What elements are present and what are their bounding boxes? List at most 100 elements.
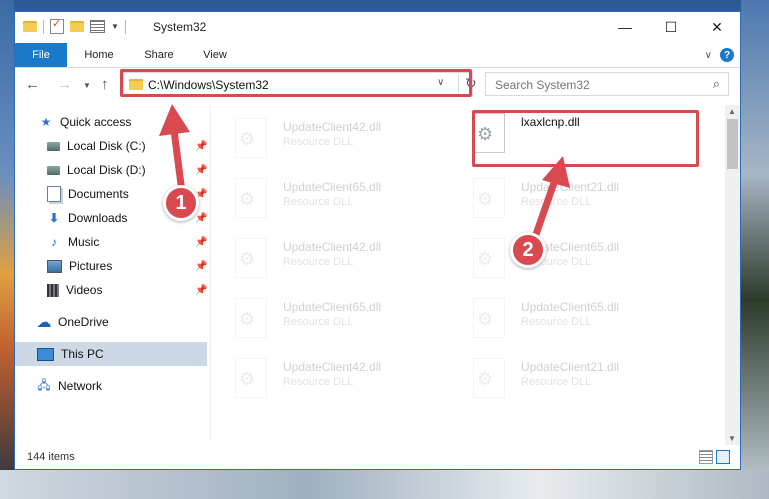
- dll-file-icon: [473, 298, 505, 338]
- file-type: Resource DLL: [283, 376, 354, 388]
- download-icon: ⬇: [48, 211, 60, 225]
- back-arrow-icon[interactable]: ←: [25, 76, 40, 93]
- file-type: Resource DLL: [521, 196, 592, 208]
- file-name: UpdateClient65.dll: [521, 300, 620, 314]
- large-icons-view-icon[interactable]: [716, 450, 730, 464]
- file-type: Resource DLL: [521, 376, 592, 388]
- dll-file-icon: [473, 238, 505, 278]
- sidebar-item-videos[interactable]: Videos 📌: [15, 278, 239, 302]
- tab-file[interactable]: File: [15, 43, 67, 67]
- sidebar-item-label: Documents: [68, 187, 129, 201]
- vertical-scrollbar[interactable]: ▲ ▼: [725, 105, 740, 445]
- ribbon-tabs: File Home Share View ∨ ?: [15, 43, 740, 68]
- new-folder-icon[interactable]: [70, 21, 84, 32]
- music-icon: ♪: [51, 235, 57, 249]
- details-view-icon[interactable]: [699, 450, 713, 464]
- scroll-down-arrow-icon[interactable]: ▼: [728, 434, 736, 443]
- up-arrow-icon[interactable]: ↑: [101, 76, 109, 93]
- maximize-button[interactable]: ☐: [648, 12, 694, 42]
- file-type: Resource DLL: [283, 256, 354, 268]
- pin-icon[interactable]: 📌: [195, 261, 207, 272]
- pin-icon[interactable]: 📌: [195, 165, 207, 176]
- sidebar-item-label: Videos: [66, 283, 103, 297]
- drive-icon: [47, 141, 60, 151]
- sidebar-item-onedrive[interactable]: ☁ OneDrive: [15, 310, 229, 334]
- status-bar: 144 items: [15, 447, 740, 469]
- toolbar-divider: [124, 19, 126, 34]
- search-icon[interactable]: ⌕: [713, 76, 720, 92]
- quick-access-toolbar: ▼: [23, 17, 126, 34]
- file-name: UpdateClient21.dll: [521, 180, 620, 194]
- pin-icon[interactable]: 📌: [195, 237, 207, 248]
- forward-arrow-icon[interactable]: →: [57, 76, 72, 93]
- sidebar-item-downloads[interactable]: ⬇ Downloads 📌: [15, 206, 239, 230]
- file-item[interactable]: UpdateClient65.dll Resource DLL: [451, 230, 671, 280]
- navigation-pane: ★ Quick access Local Disk (C:) 📌 Local D…: [15, 105, 211, 440]
- sidebar-item-quick-access[interactable]: ★ Quick access: [15, 110, 231, 134]
- navigation-bar: ← → ▼ ↑ C:\Windows\System32 ∨ ↻ Search S…: [15, 68, 740, 102]
- pin-icon[interactable]: 📌: [195, 141, 207, 152]
- window-title: System32: [153, 20, 207, 34]
- file-item[interactable]: UpdateClient65.dll Resource DLL: [213, 290, 433, 340]
- documents-icon: [47, 186, 61, 202]
- sidebar-item-label: This PC: [61, 347, 104, 361]
- sidebar-item-this-pc[interactable]: This PC: [15, 342, 207, 366]
- file-name: UpdateClient42.dll: [283, 360, 382, 374]
- sidebar-item-label: Pictures: [69, 259, 113, 273]
- sidebar-item-label: Downloads: [68, 211, 128, 225]
- expand-ribbon-icon[interactable]: ∨: [705, 50, 712, 61]
- file-name: UpdateClient65.dll: [283, 180, 382, 194]
- desktop-background-left: [0, 0, 14, 499]
- recent-locations-icon[interactable]: ▼: [83, 81, 91, 90]
- view-options-icon[interactable]: [90, 20, 105, 33]
- pin-icon[interactable]: 📌: [195, 285, 207, 296]
- sidebar-item-local-disk-d[interactable]: Local Disk (D:) 📌: [15, 158, 239, 182]
- title-bar: ▼ System32 — ☐ ✕: [15, 12, 740, 43]
- file-type: Resource DLL: [283, 196, 354, 208]
- file-type: Resource DLL: [283, 316, 354, 328]
- dll-file-icon: [235, 298, 267, 338]
- minimize-button[interactable]: —: [602, 12, 648, 42]
- scrollbar-thumb[interactable]: [727, 119, 738, 169]
- search-input[interactable]: Search System32: [495, 78, 590, 92]
- drive-icon: [47, 165, 60, 175]
- file-name: UpdateClient42.dll: [283, 240, 382, 254]
- file-item[interactable]: UpdateClient42.dll Resource DLL: [213, 350, 433, 400]
- dll-file-icon: [473, 358, 505, 398]
- tab-share[interactable]: Share: [137, 43, 181, 67]
- sidebar-item-label: Quick access: [60, 115, 132, 129]
- dll-file-icon: [473, 178, 505, 218]
- sidebar-item-music[interactable]: ♪ Music 📌: [15, 230, 239, 254]
- file-item[interactable]: UpdateClient21.dll Resource DLL: [451, 170, 671, 220]
- item-count: 144 items: [27, 451, 75, 463]
- file-item[interactable]: UpdateClient42.dll Resource DLL: [213, 230, 433, 280]
- sidebar-item-documents[interactable]: Documents 📌: [15, 182, 239, 206]
- desktop-background-bottom: [0, 470, 769, 499]
- file-item[interactable]: UpdateClient65.dll Resource DLL: [451, 290, 671, 340]
- scroll-up-arrow-icon[interactable]: ▲: [728, 107, 736, 116]
- dll-file-icon: [235, 178, 267, 218]
- file-item[interactable]: UpdateClient21.dll Resource DLL: [451, 350, 671, 400]
- sidebar-item-label: Local Disk (C:): [67, 139, 146, 153]
- tab-home[interactable]: Home: [77, 43, 121, 67]
- sidebar-item-pictures[interactable]: Pictures 📌: [15, 254, 239, 278]
- selected-file-highlight: [472, 110, 699, 167]
- address-bar-highlight: [120, 69, 472, 97]
- pictures-icon: [47, 259, 62, 273]
- search-box[interactable]: Search System32 ⌕: [485, 72, 729, 96]
- file-item[interactable]: UpdateClient65.dll Resource DLL: [213, 170, 433, 220]
- desktop-background-right: [741, 0, 769, 499]
- pc-icon: [37, 347, 54, 361]
- file-item[interactable]: UpdateClient42.dll Resource DLL: [213, 110, 433, 160]
- sidebar-item-local-disk-c[interactable]: Local Disk (C:) 📌: [15, 134, 239, 158]
- customize-toolbar-icon[interactable]: ▼: [111, 22, 119, 31]
- sidebar-item-label: Network: [58, 379, 103, 393]
- sidebar-item-label: Music: [68, 235, 100, 249]
- properties-icon[interactable]: [50, 17, 64, 34]
- file-name: UpdateClient42.dll: [283, 120, 382, 134]
- sidebar-item-network[interactable]: 🖧 Network: [15, 374, 229, 398]
- close-button[interactable]: ✕: [694, 12, 740, 42]
- tab-view[interactable]: View: [193, 43, 237, 67]
- help-icon[interactable]: ?: [720, 48, 734, 62]
- pin-icon[interactable]: 📌: [195, 213, 207, 224]
